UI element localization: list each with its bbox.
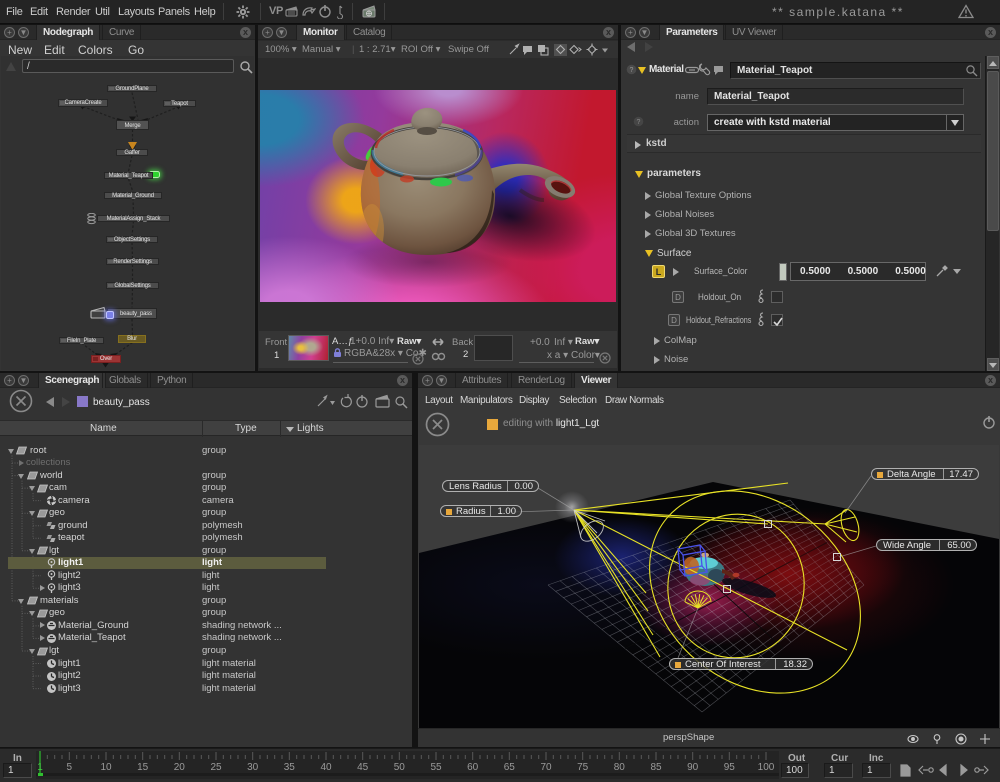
svg-text:10: 10: [100, 762, 112, 773]
svg-text:60: 60: [467, 762, 479, 773]
svg-text:75: 75: [577, 762, 589, 773]
svg-text:25: 25: [210, 762, 222, 773]
svg-text:?: ?: [630, 67, 634, 74]
svg-text:30: 30: [247, 762, 259, 773]
svg-text:20: 20: [174, 762, 186, 773]
svg-text:90: 90: [687, 762, 699, 773]
svg-text:?: ?: [637, 119, 641, 126]
svg-text:65: 65: [504, 762, 516, 773]
svg-text:70: 70: [540, 762, 552, 773]
svg-text:55: 55: [430, 762, 442, 773]
svg-text:15: 15: [137, 762, 149, 773]
svg-text:40: 40: [320, 762, 332, 773]
svg-text:50: 50: [394, 762, 406, 773]
svg-text:1: 1: [37, 762, 43, 773]
svg-text:5: 5: [67, 762, 73, 773]
svg-text:35: 35: [284, 762, 296, 773]
svg-text:95: 95: [724, 762, 736, 773]
svg-text:85: 85: [650, 762, 662, 773]
svg-text:45: 45: [357, 762, 369, 773]
svg-text:100: 100: [758, 762, 775, 773]
svg-text:80: 80: [614, 762, 626, 773]
